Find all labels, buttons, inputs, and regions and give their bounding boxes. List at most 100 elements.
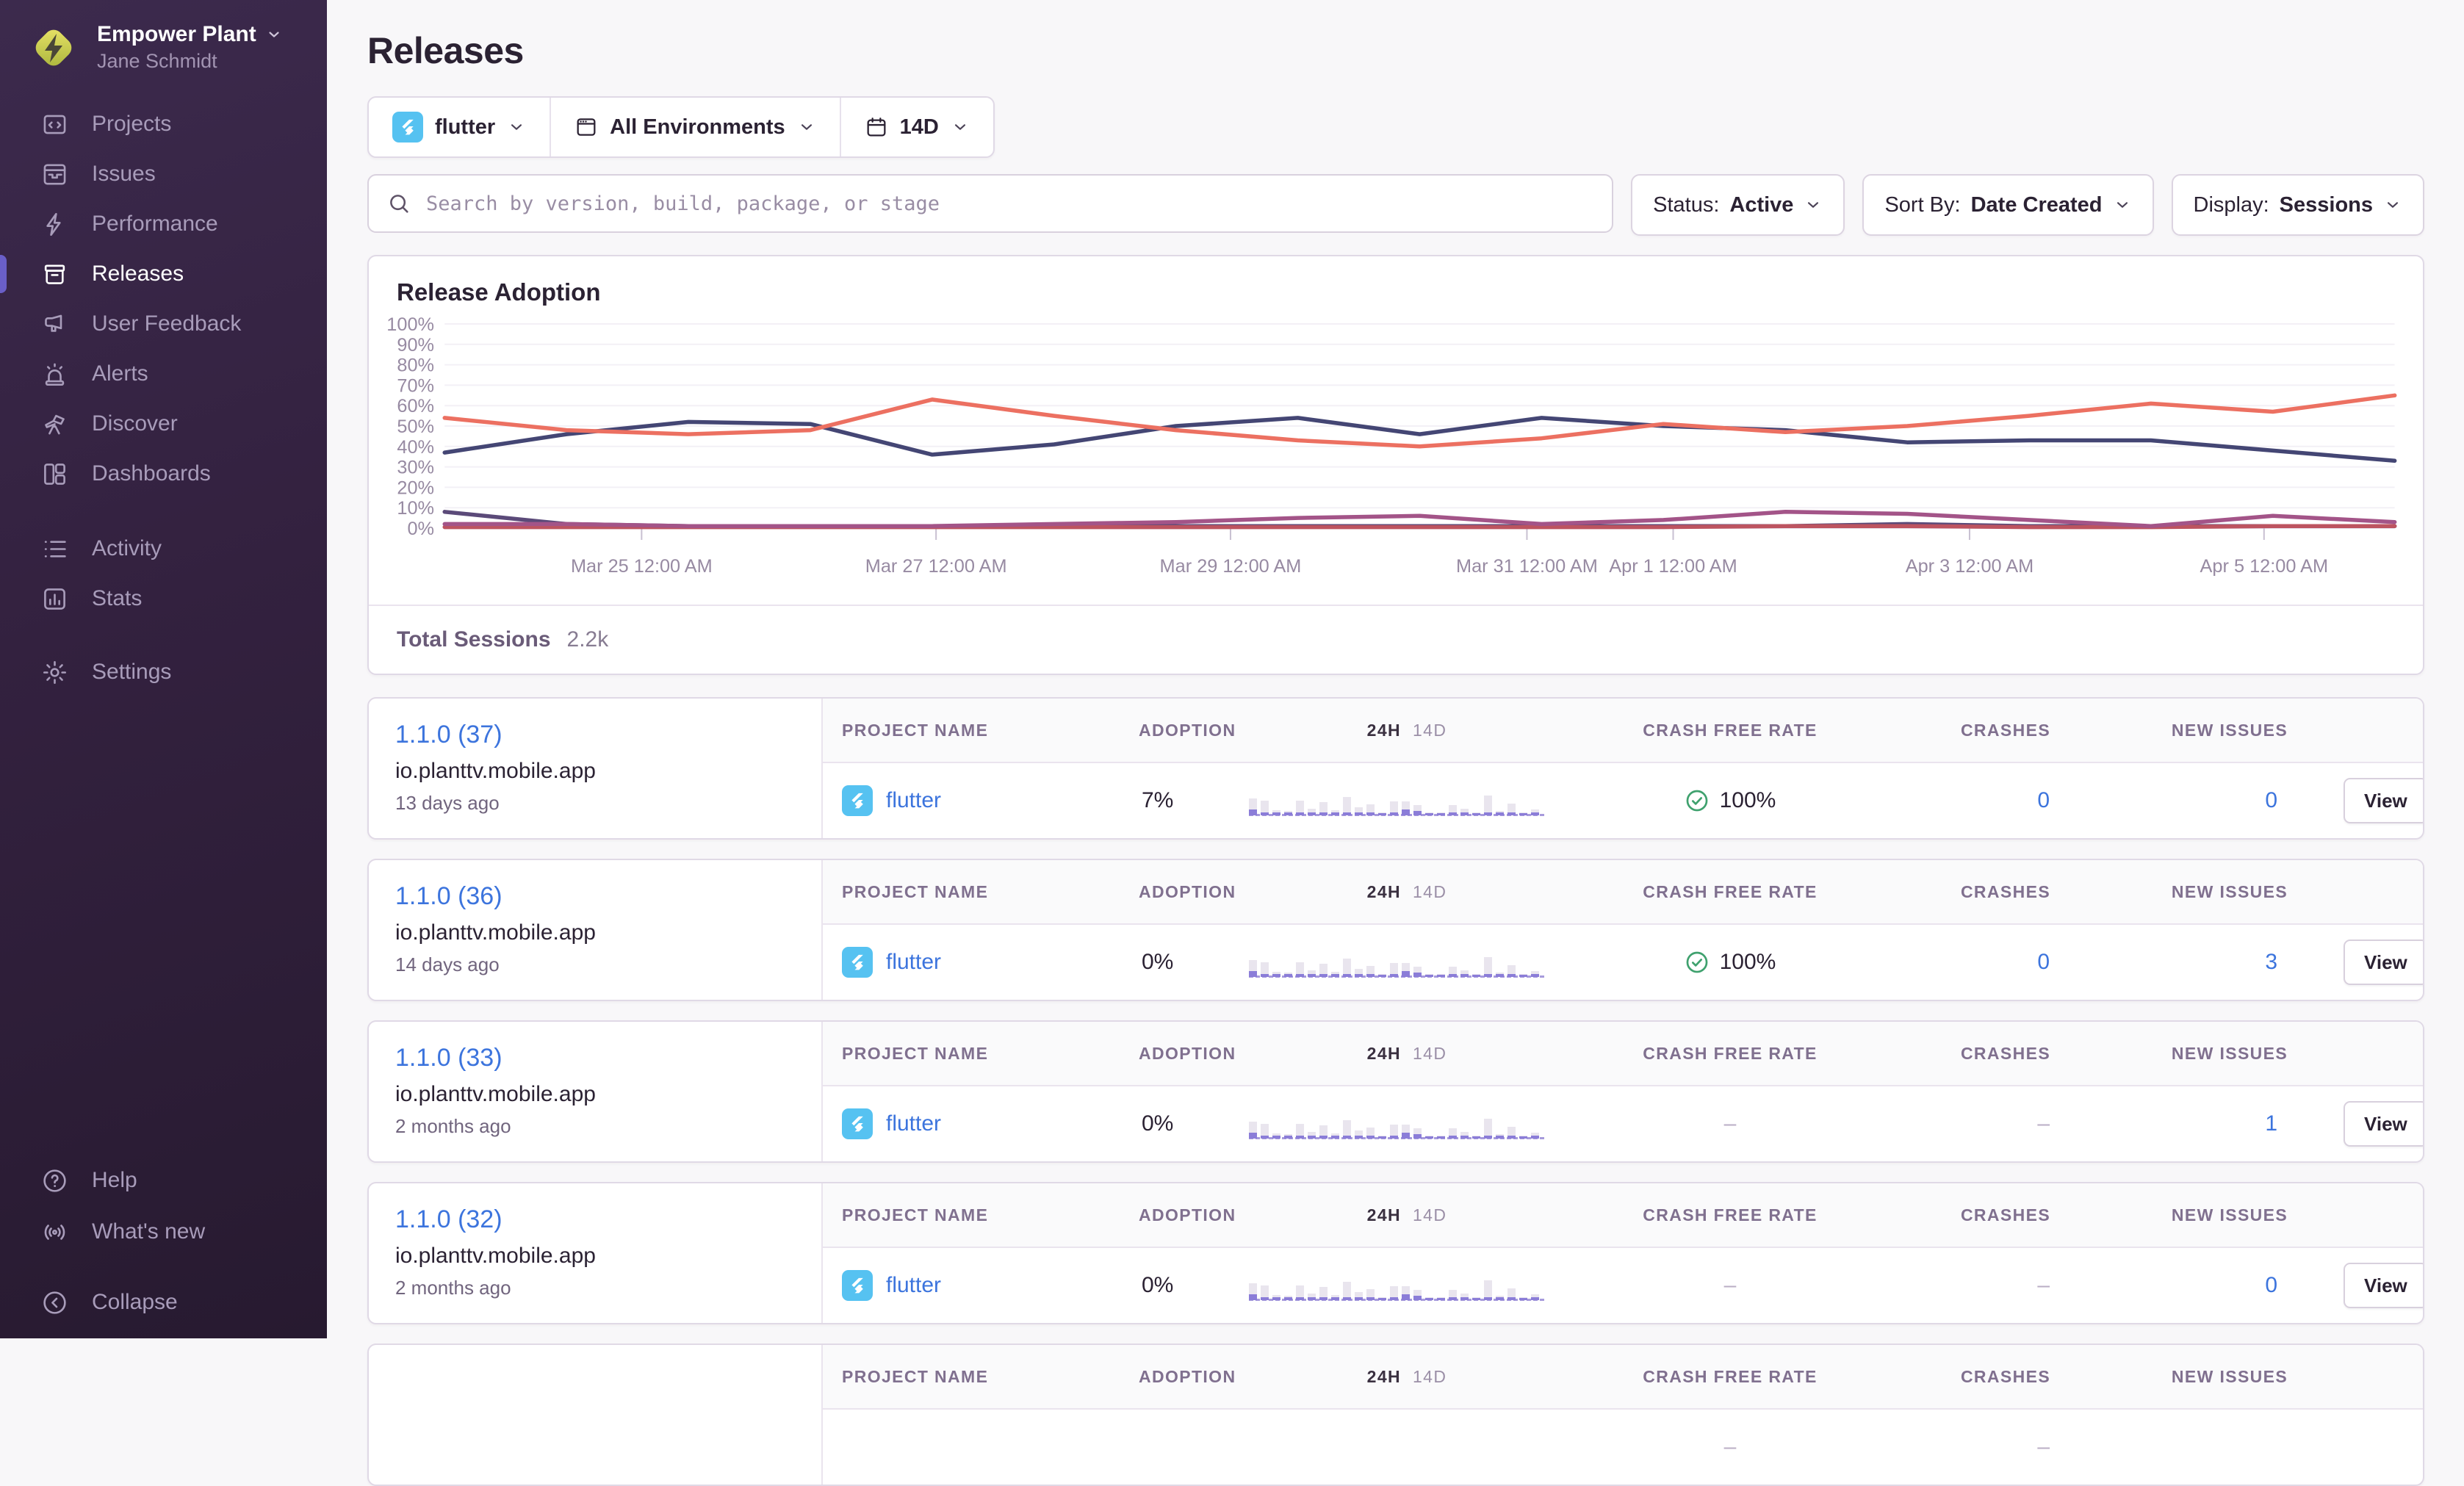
sidebar-footer-items: Help What's new [0,1155,327,1258]
chevron-down-icon [265,26,283,43]
releases-icon [41,261,68,288]
flutter-icon [842,947,873,978]
crashes-count[interactable]: 0 [2037,788,2116,813]
release-package: io.planttv.mobile.app [395,920,795,945]
release-age: 14 days ago [395,953,795,976]
adoption-value: 0% [1139,1111,1249,1136]
calendar-icon [865,115,888,139]
sidebar-item-dashboards[interactable]: Dashboards [0,449,327,499]
chevron-down-icon [951,118,970,137]
sort-by-dropdown[interactable]: Sort By: Date Created [1862,174,2153,236]
project-link[interactable] [823,1432,1139,1462]
chevron-down-icon [2113,195,2132,214]
header-adoption: ADOPTION [1139,882,1249,902]
settings-icon [41,659,68,686]
sidebar-item-settings[interactable]: Settings [0,647,327,697]
new-issues-count[interactable]: 3 [2265,950,2344,975]
release-table-header: PROJECT NAME ADOPTION 24H 14D CRASH FREE… [823,1183,2423,1248]
new-issues-count[interactable]: 0 [2265,1273,2344,1298]
sidebar-item-what-s-new[interactable]: What's new [0,1206,327,1258]
adoption-chart-svg: 0%10%20%30%40%50%60%70%80%90%100%Mar 25 … [373,308,2416,605]
crashes-count: – [2037,1273,2116,1298]
adoption-value: 0% [1139,1273,1249,1298]
sidebar-item-collapse[interactable]: Collapse [0,1277,327,1328]
check-circle-icon [1685,788,1710,813]
crashes-count: – [2037,1435,2116,1460]
release-version-link[interactable]: 1.1.0 (37) [395,721,502,749]
main-content: Releases flutter All Environments 14D [327,0,2464,1338]
view-button[interactable]: View [2344,1263,2424,1308]
release-table-header: PROJECT NAME ADOPTION 24H 14D CRASH FREE… [823,860,2423,925]
project-filter[interactable]: flutter [369,98,550,156]
project-link[interactable]: flutter [823,947,1139,978]
issues-icon [41,161,68,188]
sidebar-item-user-feedback[interactable]: User Feedback [0,299,327,349]
alerts-icon [41,361,68,388]
range-toggle-24h[interactable]: 24H [1367,1044,1401,1064]
view-button[interactable]: View [2344,778,2424,823]
org-switcher[interactable]: Empower Plant Jane Schmidt [0,0,327,93]
project-link-label: flutter [886,1111,941,1136]
display-dropdown[interactable]: Display: Sessions [2172,174,2425,236]
range-toggle-14d[interactable]: 14D [1413,1367,1447,1387]
header-new-issues: NEW ISSUES [2172,1205,2288,1225]
app-root: Empower Plant Jane Schmidt Projects Issu… [0,0,2464,1338]
range-toggle-14d[interactable]: 14D [1413,1044,1447,1064]
range-toggle-24h[interactable]: 24H [1367,1205,1401,1225]
header-crashes: CRASHES [1961,1367,2050,1387]
view-button[interactable]: View [2344,939,2424,985]
header-crash-free-rate: CRASH FREE RATE [1643,882,1818,902]
project-link[interactable]: flutter [823,1270,1139,1301]
sidebar-item-alerts[interactable]: Alerts [0,349,327,399]
project-link[interactable]: flutter [823,1108,1139,1139]
range-toggle-24h[interactable]: 24H [1367,721,1401,740]
sidebar-item-releases[interactable]: Releases [0,249,327,299]
sidebar-footer: Help What's new Collapse [0,1155,327,1328]
projects-icon [41,111,68,138]
header-crashes: CRASHES [1961,721,2050,740]
project-link-label: flutter [886,788,941,813]
crashes-count: – [2037,1111,2116,1136]
range-toggle-14d[interactable]: 14D [1413,882,1447,902]
sidebar-item-help[interactable]: Help [0,1155,327,1206]
sidebar-item-activity[interactable]: Activity [0,524,327,574]
svg-text:20%: 20% [397,478,434,499]
sidebar-item-discover[interactable]: Discover [0,399,327,449]
sidebar-item-projects[interactable]: Projects [0,99,327,149]
new-issues-count[interactable]: 1 [2265,1111,2344,1136]
flutter-icon [842,785,873,816]
date-range-filter[interactable]: 14D [840,98,993,156]
release-card: 1.1.0 (37) io.planttv.mobile.app 13 days… [367,697,2424,840]
release-version-link[interactable]: 1.1.0 (32) [395,1205,502,1234]
range-toggle-14d[interactable]: 14D [1413,721,1447,740]
release-table-row: flutter 7% 100% 0 0 View [823,763,2423,838]
release-version-link[interactable]: 1.1.0 (36) [395,882,502,911]
svg-text:80%: 80% [397,356,434,376]
org-logo-icon [29,24,78,72]
release-table-header: PROJECT NAME ADOPTION 24H 14D CRASH FREE… [823,1345,2423,1410]
new-issues-count[interactable]: 0 [2265,788,2344,813]
range-toggle-24h[interactable]: 24H [1367,882,1401,902]
release-age: 2 months ago [395,1277,795,1299]
search-input[interactable] [425,192,1594,216]
environment-filter[interactable]: All Environments [550,98,840,156]
range-toggle-24h[interactable]: 24H [1367,1367,1401,1387]
window-icon [574,115,598,139]
project-link[interactable]: flutter [823,785,1139,816]
svg-text:Mar 31 12:00 AM: Mar 31 12:00 AM [1456,556,1598,577]
sidebar-item-performance[interactable]: Performance [0,199,327,249]
header-crashes: CRASHES [1961,882,2050,902]
release-package: io.planttv.mobile.app [395,759,795,784]
chevron-down-icon [2383,195,2402,214]
sidebar-item-stats[interactable]: Stats [0,574,327,624]
status-dropdown[interactable]: Status: Active [1631,174,1845,236]
header-new-issues: NEW ISSUES [2172,882,2288,902]
range-toggle-14d[interactable]: 14D [1413,1205,1447,1225]
header-new-issues: NEW ISSUES [2172,721,2288,740]
crashes-count[interactable]: 0 [2037,950,2116,975]
header-project-name: PROJECT NAME [823,1205,1139,1225]
sidebar-item-issues[interactable]: Issues [0,149,327,199]
view-button[interactable]: View [2344,1101,2424,1147]
release-card: PROJECT NAME ADOPTION 24H 14D CRASH FREE… [367,1343,2424,1486]
release-version-link[interactable]: 1.1.0 (33) [395,1044,502,1072]
